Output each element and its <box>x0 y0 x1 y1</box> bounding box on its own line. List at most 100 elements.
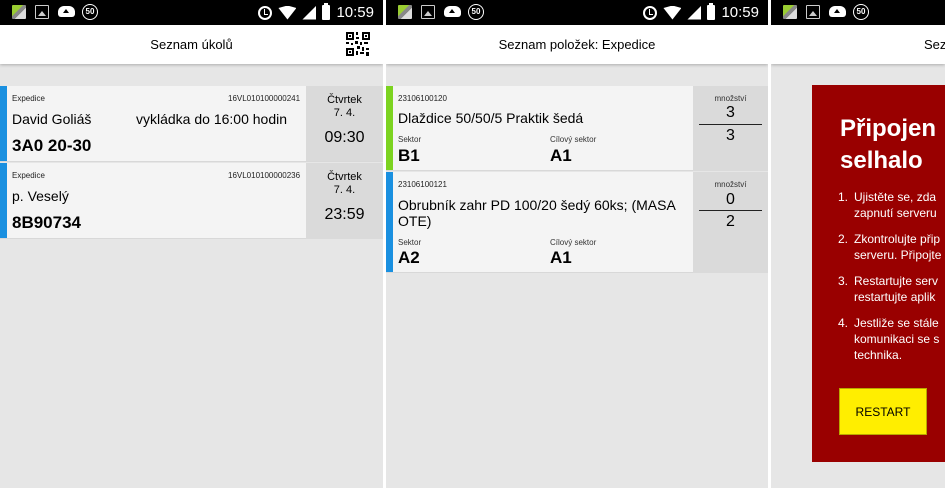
task-note: vykládka do 16:00 hodin <box>136 111 287 127</box>
cloud-upload-icon <box>444 6 461 17</box>
task-card[interactable]: Expedice 16VL010100000236 p. Veselý 8B90… <box>0 163 383 239</box>
task-date: 7. 4. <box>333 107 356 119</box>
quantity-total: 3 <box>726 127 735 144</box>
step-text-line: Jestliže se stále <box>854 316 939 330</box>
error-title-line-2: selhalo <box>840 147 923 174</box>
task-customer: p. Veselý <box>12 188 69 204</box>
step-text-line: serveru. Připojte <box>854 248 942 262</box>
item-card[interactable]: 23106100121 Obrubník zahr PD 100/20 šedý… <box>386 172 768 273</box>
task-time: 09:30 <box>324 129 365 146</box>
image-icon <box>806 5 820 19</box>
task-date: 7. 4. <box>333 184 356 196</box>
alarm-icon <box>258 5 273 20</box>
step-number: 2. <box>838 232 849 246</box>
task-customer: David Goliáš <box>12 111 92 127</box>
screen-connection-error: 50 Sez Připojen selhalo 1. Ujistěte se, … <box>771 0 945 488</box>
task-deadline: Čtvrtek 7. 4. 09:30 <box>306 86 383 161</box>
wifi-icon <box>278 5 297 20</box>
page-title: Sez <box>924 37 945 52</box>
step-text-line: zapnutí serveru <box>854 206 937 220</box>
sector-value: A2 <box>398 248 420 267</box>
target-sector-label: Cílový sektor <box>550 238 597 247</box>
app-bar: Seznam úkolů <box>0 25 383 64</box>
task-category: Expedice <box>12 94 45 103</box>
step-text-line: Ujistěte se, zda <box>854 190 937 204</box>
image-icon <box>35 5 49 19</box>
status-bar: 50 10:59 <box>0 0 383 25</box>
gallery-app-icon <box>12 5 26 19</box>
notification-badge: 50 <box>82 4 98 20</box>
wifi-icon <box>663 5 682 20</box>
page-title: Seznam položek: Expedice <box>498 37 656 52</box>
step-text-line: komunikaci se s <box>854 332 940 346</box>
error-title-line-1: Připojen <box>840 115 937 142</box>
item-name-line-1: Obrubník zahr PD 100/20 šedý 60ks; (MASA <box>398 197 676 213</box>
step-number: 1. <box>838 190 849 204</box>
cloud-upload-icon <box>58 6 75 17</box>
sector-value: B1 <box>398 146 420 165</box>
step-number: 3. <box>838 274 849 288</box>
cloud-upload-icon <box>829 6 846 17</box>
target-sector-value: A1 <box>550 146 572 165</box>
item-code: 23106100121 <box>398 180 447 189</box>
task-category: Expedice <box>12 171 45 180</box>
page-title: Seznam úkolů <box>150 37 233 52</box>
task-card[interactable]: Expedice 16VL010100000241 David Goliáš v… <box>0 86 383 162</box>
sector-label: Sektor <box>398 135 422 144</box>
clock: 10:59 <box>721 4 759 21</box>
quantity-total: 2 <box>726 213 735 230</box>
quantity-label: množství <box>714 94 747 103</box>
item-status-bar <box>386 86 393 170</box>
app-bar: Sez <box>771 25 945 64</box>
quantity-done: 3 <box>726 104 735 121</box>
step-number: 4. <box>838 316 849 330</box>
alarm-icon <box>643 5 658 20</box>
quantity-divider <box>699 210 762 211</box>
target-sector-label: Cílový sektor <box>550 135 597 144</box>
app-bar: Seznam položek: Expedice <box>386 25 768 64</box>
step-text-line: Zkontrolujte přip <box>854 232 941 246</box>
screen-item-list: 50 10:59 Seznam položek: Expedice 231061… <box>386 0 768 488</box>
signal-icon <box>302 5 317 20</box>
item-name-line-2: OTE) <box>398 213 432 229</box>
quantity-divider <box>699 124 762 125</box>
quantity-box: množství 0 2 <box>693 172 768 273</box>
item-status-bar <box>386 172 393 272</box>
notification-badge: 50 <box>853 4 869 20</box>
task-code: 3A0 20-30 <box>12 136 92 155</box>
battery-icon <box>707 3 716 20</box>
step-text-line: restartujte aplik <box>854 290 936 304</box>
quantity-label: množství <box>714 180 747 189</box>
restart-button[interactable]: RESTART <box>839 388 927 435</box>
task-status-bar <box>0 86 7 161</box>
task-code: 8B90734 <box>12 213 82 232</box>
status-bar: 50 <box>771 0 945 25</box>
task-day: Čtvrtek <box>327 94 362 106</box>
screen-task-list: 50 10:59 Seznam úkolů Expedice 16VL01010… <box>0 0 383 488</box>
qr-code-icon[interactable] <box>345 31 371 57</box>
gallery-app-icon <box>398 5 412 19</box>
item-name: Dlaždice 50/50/5 Praktik šedá <box>398 110 584 126</box>
item-code: 23106100120 <box>398 94 447 103</box>
task-status-bar <box>0 163 7 238</box>
item-card[interactable]: 23106100120 Dlaždice 50/50/5 Praktik šed… <box>386 86 768 171</box>
image-icon <box>421 5 435 19</box>
task-id: 16VL010100000236 <box>228 171 301 180</box>
quantity-done: 0 <box>726 191 735 208</box>
target-sector-value: A1 <box>550 248 572 267</box>
sector-label: Sektor <box>398 238 422 247</box>
battery-icon <box>322 3 331 20</box>
step-text-line: Restartujte serv <box>854 274 939 288</box>
task-id: 16VL010100000241 <box>228 94 301 103</box>
clock: 10:59 <box>336 4 374 21</box>
error-title: Připojen selhalo <box>840 113 936 177</box>
task-deadline: Čtvrtek 7. 4. 23:59 <box>306 163 383 239</box>
task-time: 23:59 <box>324 206 365 223</box>
status-bar: 50 10:59 <box>386 0 768 25</box>
gallery-app-icon <box>783 5 797 19</box>
notification-badge: 50 <box>468 4 484 20</box>
error-panel: Připojen selhalo 1. Ujistěte se, zda zap… <box>812 85 945 462</box>
task-day: Čtvrtek <box>327 171 362 183</box>
signal-icon <box>687 5 702 20</box>
step-text-line: technika. <box>854 348 903 362</box>
